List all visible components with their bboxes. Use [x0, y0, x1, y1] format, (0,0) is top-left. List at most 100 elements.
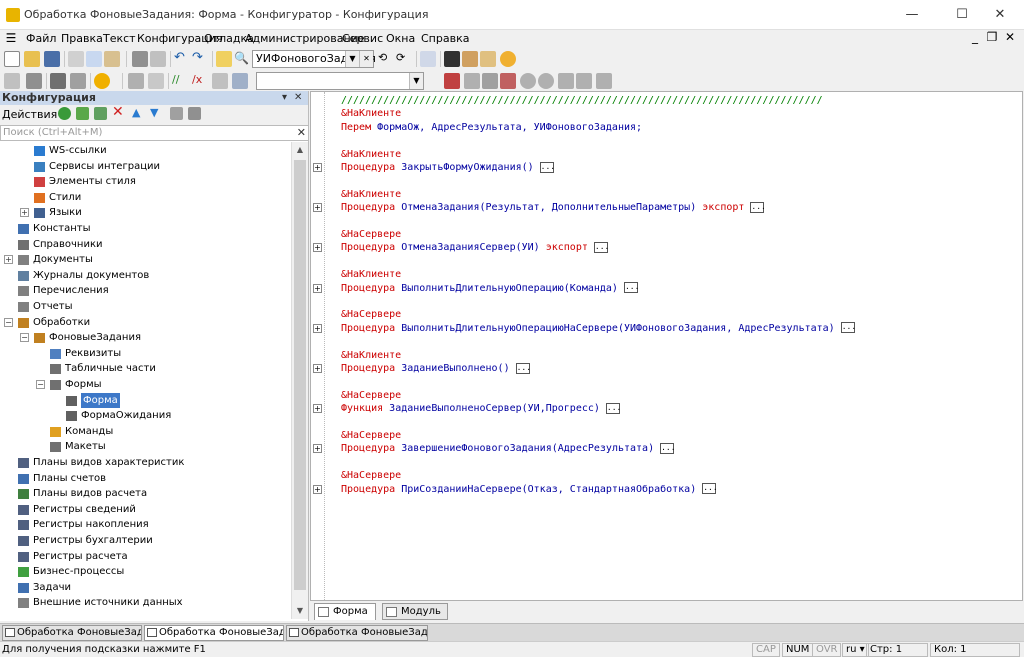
- expand-region-icon[interactable]: +: [313, 444, 322, 454]
- breakpoint-icon[interactable]: [444, 73, 460, 89]
- tree-item[interactable]: Регистры расчета: [0, 549, 290, 565]
- panel-close-icon[interactable]: ✕: [294, 91, 302, 104]
- find-next-icon[interactable]: ⟲: [378, 51, 394, 67]
- code-line[interactable]: Процедура ПриСозданииНаСервере(Отказ, Ст…: [341, 483, 718, 496]
- expand-region-icon[interactable]: +: [313, 283, 322, 293]
- close-button[interactable]: ✕: [978, 4, 1022, 26]
- tree-item[interactable]: Реквизиты: [0, 346, 290, 362]
- tree-item[interactable]: ФормаОжидания: [0, 408, 290, 424]
- tree-item[interactable]: Планы видов расчета: [0, 486, 290, 502]
- tree-item[interactable]: Табличные части: [0, 361, 290, 377]
- add-icon[interactable]: [58, 107, 71, 120]
- menu-file[interactable]: Файл: [26, 32, 56, 45]
- scroll-up-icon[interactable]: ▲: [292, 142, 308, 158]
- menu-windows[interactable]: Окна: [386, 32, 415, 45]
- sort-icon[interactable]: [170, 107, 183, 120]
- uncomment-icon[interactable]: /x: [192, 73, 208, 89]
- config-tree-icon[interactable]: [4, 73, 20, 89]
- tree-item[interactable]: Внешние источники данных: [0, 595, 290, 611]
- code-line[interactable]: Процедура ЗавершениеФоновогоЗадания(Адре…: [341, 442, 676, 455]
- search-icon[interactable]: 🔍: [234, 51, 250, 67]
- code-line[interactable]: Процедура ЗакрытьФормуОжидания()...: [341, 161, 555, 174]
- collapsed-region-icon[interactable]: ...: [605, 402, 621, 414]
- code-line[interactable]: Перем ФормаОж, АдресРезультата, УИФоново…: [341, 121, 642, 134]
- undo-icon[interactable]: ↶: [174, 51, 190, 67]
- mdi-restore-button[interactable]: ❐: [985, 30, 999, 44]
- search-combo[interactable]: УИФоновогоЗадания ▼ ✕: [252, 50, 376, 68]
- tree-item[interactable]: Задачи: [0, 580, 290, 596]
- language-selector[interactable]: ru ▾: [842, 643, 869, 657]
- tab-form[interactable]: Форма: [314, 603, 376, 620]
- code-line[interactable]: Процедура ВыполнитьДлительнуюОперациюНаС…: [341, 322, 856, 335]
- collapsed-region-icon[interactable]: ...: [593, 241, 609, 253]
- code-editor[interactable]: ////////////////////////////////////////…: [310, 91, 1023, 601]
- tree-item[interactable]: Планы счетов: [0, 471, 290, 487]
- tree-item[interactable]: Перечисления: [0, 283, 290, 299]
- tree-item[interactable]: Планы видов характеристик: [0, 455, 290, 471]
- update-db-icon[interactable]: [50, 73, 66, 89]
- open-folder-icon[interactable]: [24, 51, 40, 67]
- tree-item[interactable]: Отчеты: [0, 299, 290, 315]
- info-icon[interactable]: [500, 51, 516, 67]
- configuration-tree[interactable]: WS-ссылки Сервисы интеграции Элементы стил…: [0, 142, 290, 619]
- code-line[interactable]: ////////////////////////////////////////…: [341, 94, 823, 107]
- module-icon[interactable]: [128, 73, 144, 89]
- code-line[interactable]: &НаСервере: [341, 228, 401, 241]
- filter-icon[interactable]: [188, 107, 201, 120]
- tree-item[interactable]: Регистры бухгалтерии: [0, 533, 290, 549]
- actions-menu-button[interactable]: Действия ▾: [2, 108, 66, 121]
- tree-search-input[interactable]: Поиск (Ctrl+Alt+M) ✕: [0, 125, 309, 141]
- code-line[interactable]: Процедура ОтменаЗадания(Результат, Допол…: [341, 201, 766, 214]
- code-line[interactable]: &НаКлиенте: [341, 107, 401, 120]
- code-line[interactable]: Процедура ОтменаЗаданияСервер(УИ) экспор…: [341, 241, 609, 254]
- procedure-combo[interactable]: ▼: [256, 72, 424, 90]
- collapse-icon[interactable]: −: [4, 317, 13, 327]
- expand-region-icon[interactable]: +: [313, 163, 322, 172]
- menu-service[interactable]: Сервис: [342, 32, 383, 45]
- code-line[interactable]: &НаСервере: [341, 389, 401, 402]
- save-icon[interactable]: [44, 51, 60, 67]
- open-config-icon[interactable]: [26, 73, 42, 89]
- tree-item[interactable]: − Обработки: [0, 315, 290, 331]
- step-over-icon[interactable]: [576, 73, 592, 89]
- tree-item[interactable]: Стили: [0, 190, 290, 206]
- query-builder-icon[interactable]: [232, 73, 248, 89]
- code-line[interactable]: &НаСервере: [341, 469, 401, 482]
- tree-item[interactable]: Журналы документов: [0, 268, 290, 284]
- task-window-3[interactable]: Обработка ФоновыеЗадани...: [286, 625, 428, 641]
- code-line[interactable]: &НаКлиенте: [341, 268, 401, 281]
- code-line[interactable]: &НаКлиенте: [341, 349, 401, 362]
- windows-icon[interactable]: [420, 51, 436, 67]
- search-clear-icon[interactable]: ✕: [297, 126, 306, 140]
- code-line[interactable]: Функция ЗаданиеВыполненоСервер(УИ,Прогре…: [341, 402, 621, 415]
- tree-item[interactable]: + Языки: [0, 205, 290, 221]
- collapse-icon[interactable]: −: [36, 380, 45, 389]
- paste-icon[interactable]: [104, 51, 120, 67]
- tree-item[interactable]: WS-ссылки: [0, 143, 290, 159]
- pause-icon[interactable]: [538, 73, 554, 89]
- code-line[interactable]: &НаСервере: [341, 429, 401, 442]
- scroll-down-icon[interactable]: ▼: [292, 603, 308, 619]
- code-line[interactable]: &НаКлиенте: [341, 148, 401, 161]
- menu-text[interactable]: Текст: [103, 32, 136, 45]
- tree-item[interactable]: Макеты: [0, 439, 290, 455]
- collapsed-region-icon[interactable]: ...: [623, 282, 639, 294]
- expand-region-icon[interactable]: +: [313, 484, 322, 494]
- tree-item[interactable]: Регистры сведений: [0, 502, 290, 518]
- code-line[interactable]: Процедура ВыполнитьДлительнуюОперацию(Ко…: [341, 282, 639, 295]
- delete-icon[interactable]: ✕: [112, 105, 126, 120]
- find-prev-icon[interactable]: ⟳: [396, 51, 412, 67]
- tab-module[interactable]: Модуль: [382, 603, 448, 620]
- tree-item[interactable]: − ФоновыеЗадания: [0, 330, 290, 346]
- menu-help[interactable]: Справка: [421, 32, 469, 45]
- dropdown-icon[interactable]: ▼: [345, 51, 359, 67]
- procedures-icon[interactable]: [148, 73, 164, 89]
- syntax-helper-icon[interactable]: [462, 51, 478, 67]
- dropdown-icon[interactable]: ▼: [409, 73, 423, 89]
- tree-item[interactable]: Сервисы интеграции: [0, 159, 290, 175]
- templates-icon[interactable]: [480, 51, 496, 67]
- toolbox-icon[interactable]: [444, 51, 460, 67]
- format-icon[interactable]: [212, 73, 228, 89]
- expand-icon[interactable]: +: [20, 208, 29, 218]
- tree-item[interactable]: Элементы стиля: [0, 174, 290, 190]
